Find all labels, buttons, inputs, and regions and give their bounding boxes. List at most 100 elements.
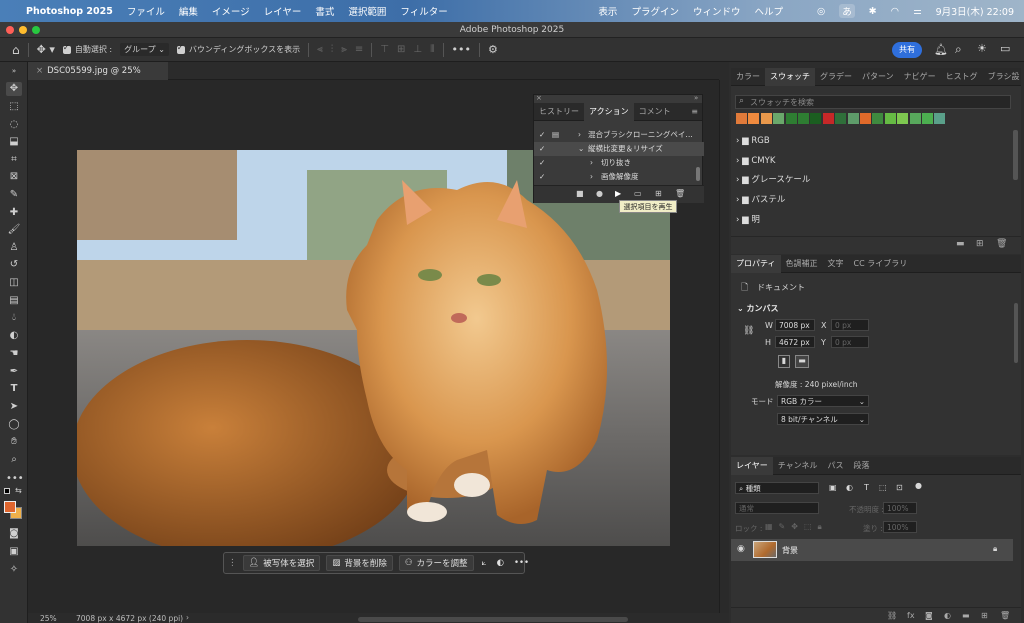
crop-tool-icon[interactable]: ⌗	[6, 153, 22, 167]
color-swatch[interactable]	[922, 113, 933, 124]
wifi-icon[interactable]: ◠	[891, 6, 899, 17]
add-mask-icon[interactable]: ◙	[925, 611, 933, 620]
default-colors-icon[interactable]	[4, 488, 10, 494]
more-actions-icon[interactable]: •••	[514, 558, 529, 568]
new-adjustment-icon[interactable]: ◐	[944, 611, 951, 620]
auto-select-dropdown[interactable]: グループ ⌄	[120, 43, 169, 56]
control-center-icon[interactable]: ⚌	[913, 6, 922, 17]
zoom-window-button[interactable]	[32, 26, 40, 34]
crop-suggest-icon[interactable]: ⟀	[482, 558, 487, 568]
healing-brush-tool-icon[interactable]: ✚	[6, 206, 22, 220]
tab-swatches[interactable]: スウォッチ	[765, 67, 815, 86]
tab-layers[interactable]: レイヤー	[731, 456, 773, 475]
move-tool-icon[interactable]: ✥ ▾	[37, 43, 55, 56]
menu-layer[interactable]: レイヤー	[264, 4, 302, 18]
menu-select[interactable]: 選択範囲	[348, 4, 386, 18]
more-options-icon[interactable]: •••	[452, 43, 471, 56]
new-layer-icon[interactable]: ⊞	[981, 611, 988, 620]
swatches-scrollbar[interactable]	[1013, 130, 1018, 180]
object-selection-tool-icon[interactable]: ⬓	[6, 135, 22, 149]
color-swatch[interactable]	[748, 113, 760, 124]
panel-close-icon[interactable]: ×	[536, 94, 542, 102]
y-field[interactable]: 0 px	[831, 336, 869, 348]
height-field[interactable]: 4672 px	[775, 336, 815, 348]
color-swatch[interactable]	[822, 113, 834, 124]
color-swatch[interactable]	[909, 113, 921, 124]
align-right-icon[interactable]: ⫸	[341, 44, 347, 55]
new-group-icon[interactable]: ▬	[962, 611, 970, 620]
distribute-icon[interactable]: ≡	[355, 44, 363, 55]
play-icon[interactable]: ▶	[615, 189, 621, 198]
quick-mask-icon[interactable]: ◙	[6, 527, 22, 541]
chevron-right-icon[interactable]: ›	[590, 156, 593, 170]
tab-cc-libraries[interactable]: CC ライブラリ	[849, 255, 913, 273]
more-tools-icon[interactable]: •••	[6, 472, 24, 486]
color-swatch[interactable]	[810, 113, 822, 124]
blur-tool-icon[interactable]: 💧︎	[6, 311, 22, 325]
bit-depth-select[interactable]: 8 bit/チャンネル ⌄	[777, 413, 869, 425]
hand-tool-icon[interactable]: ✋︎	[6, 435, 22, 449]
notifications-bell-icon[interactable]: 🔔︎	[934, 43, 948, 56]
lock-options-icon[interactable]: ▦✎✥⬚🔒︎	[765, 522, 828, 532]
tab-actions[interactable]: アクション	[584, 102, 634, 121]
menu-file[interactable]: ファイル	[127, 4, 165, 18]
distribute-vertical-icon[interactable]: ⦀	[430, 44, 434, 55]
toggle-check-icon[interactable]: ✓	[539, 156, 545, 170]
bluetooth-icon[interactable]: ✱	[869, 6, 877, 17]
share-button[interactable]: 共有	[892, 42, 922, 58]
eyedropper-tool-icon[interactable]: ✎	[6, 188, 22, 202]
filter-smart-object-icon[interactable]: ⊡	[896, 483, 903, 492]
shape-tool-icon[interactable]: ◯	[6, 418, 22, 432]
swatch-search-input[interactable]: ⌕ スウォッチを検索	[735, 95, 1011, 109]
close-tab-icon[interactable]: ×	[36, 66, 43, 76]
swatch-folder-light[interactable]: › ▆ 明	[736, 211, 1016, 229]
action-row[interactable]: ✓ ▤ › 混合ブラシクローニングペイ…	[534, 128, 704, 142]
zoom-level[interactable]: 25%	[40, 614, 57, 623]
portrait-orientation-icon[interactable]: ▮	[778, 355, 790, 368]
adjustment-icon[interactable]: ◐	[497, 558, 504, 568]
color-swatch[interactable]	[860, 113, 871, 124]
creative-cloud-icon[interactable]: ◎	[817, 6, 825, 17]
remove-background-button[interactable]: ▨ 背景を削除	[326, 555, 393, 571]
pen-tool-icon[interactable]: ✒	[6, 365, 22, 379]
color-swatch[interactable]	[835, 113, 847, 124]
tab-comments[interactable]: コメント	[634, 103, 676, 121]
menu-image[interactable]: イメージ	[212, 4, 250, 18]
vertical-scrollbar[interactable]	[719, 80, 729, 613]
eraser-tool-icon[interactable]: ◫	[6, 276, 22, 290]
move-tool-icon[interactable]: ✥	[6, 82, 22, 96]
tab-paths[interactable]: パス	[823, 457, 849, 475]
filter-type-icon[interactable]: T	[864, 483, 869, 492]
path-selection-tool-icon[interactable]: ➤	[6, 400, 22, 414]
color-swatch[interactable]	[785, 113, 797, 124]
swap-colors-icon[interactable]: ⇆	[15, 486, 22, 495]
menu-type[interactable]: 書式	[315, 4, 334, 18]
dodge-tool-icon[interactable]: ◐	[6, 329, 22, 343]
swatch-folder-rgb[interactable]: › ▆ RGB	[736, 132, 1016, 150]
swatch-folder-pastel[interactable]: › ▆ パステル	[736, 191, 1016, 209]
generative-icon[interactable]: ✧	[6, 563, 22, 577]
action-step-row[interactable]: ✓ › 切り抜き	[534, 156, 704, 170]
toggle-check-icon[interactable]: ✓	[539, 170, 545, 184]
align-hcenter-icon[interactable]: ⫶	[331, 44, 334, 55]
panel-collapse-icon[interactable]: »	[694, 94, 698, 102]
link-dimensions-icon[interactable]: ⛓	[743, 326, 754, 336]
menu-help[interactable]: ヘルプ	[754, 4, 783, 18]
chevron-down-icon[interactable]: ⌄	[578, 142, 584, 156]
align-left-icon[interactable]: ⫷	[317, 44, 323, 55]
menu-window[interactable]: ウィンドウ	[693, 4, 741, 18]
stop-icon[interactable]: ■	[576, 189, 584, 198]
ime-indicator[interactable]: あ	[839, 4, 855, 18]
swatch-folder-grayscale[interactable]: › ▆ グレースケール	[736, 171, 1016, 189]
status-menu-chevron-icon[interactable]: ›	[186, 613, 189, 622]
minimize-window-button[interactable]	[19, 26, 27, 34]
width-field[interactable]: 7008 px	[775, 319, 815, 331]
new-group-folder-icon[interactable]: ▬	[956, 239, 965, 249]
search-icon[interactable]: ⌕	[955, 42, 962, 57]
layer-filter-select[interactable]: ⌕ 種類	[735, 482, 819, 494]
color-swatch[interactable]	[897, 113, 909, 124]
chevron-right-icon[interactable]: ›	[578, 128, 581, 142]
zoom-tool-icon[interactable]: ⌕	[6, 453, 22, 467]
delete-layer-icon[interactable]: 🗑︎	[1000, 611, 1010, 620]
foreground-color-swatch[interactable]	[4, 501, 16, 513]
